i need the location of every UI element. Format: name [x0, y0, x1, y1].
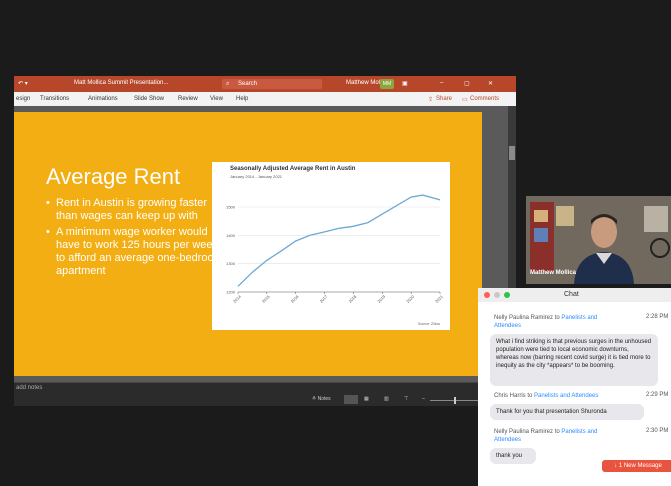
x-tick-label: 2017 [319, 293, 329, 303]
zoom-window-icon[interactable] [504, 292, 510, 298]
chat-message-bubble[interactable]: Thank for you that presentation Shuronda [490, 404, 644, 420]
slide-bullet-list[interactable]: Rent in Austin is growing faster than wa… [46, 197, 226, 281]
notes-placeholder: add notes [16, 385, 43, 391]
comments-button[interactable]: Comments [470, 96, 499, 102]
minimize-icon[interactable]: – [440, 80, 443, 86]
rent-chart[interactable]: Seasonally Adjusted Average Rent in Aust… [212, 162, 450, 330]
tab-review[interactable]: Review [178, 96, 198, 102]
tab-design[interactable]: esign [16, 96, 30, 102]
notes-toggle[interactable]: ≙ Notes [312, 396, 331, 402]
tab-slide-show[interactable]: Slide Show [134, 96, 164, 102]
powerpoint-window: ↶ ▾ Matt Mollica Summit Presentation... … [14, 76, 516, 406]
chat-panel: Chat Nelly Paulina Ramirez to Panelists … [478, 288, 671, 486]
avatar[interactable]: MM [380, 79, 394, 89]
sender-name: Nelly Paulina Ramirez to [494, 315, 562, 321]
tab-transitions[interactable]: Transitions [40, 96, 69, 102]
message-time: 2:28 PM [646, 314, 669, 320]
y-tick-label: 1500 [226, 205, 236, 210]
zoom-slider-thumb[interactable] [454, 397, 456, 404]
notes-icon: ≙ [312, 396, 317, 402]
chat-header: Chat [478, 288, 671, 302]
normal-view-icon[interactable] [344, 395, 358, 404]
x-tick-label: 2016 [290, 293, 300, 303]
share-button[interactable]: Share [436, 96, 452, 102]
sender-name: Chris Harris to [494, 393, 535, 399]
y-tick-label: 1400 [226, 233, 236, 238]
chat-title: Chat [564, 291, 579, 298]
slide-sorter-icon[interactable]: ▦ [364, 396, 369, 402]
zoom-out-icon[interactable]: – [422, 396, 425, 402]
bullet-item: A minimum wage worker would have to work… [46, 226, 226, 278]
slideshow-icon[interactable]: ⊤ [404, 396, 408, 402]
status-bar: ≙ Notes ▦ ▥ ⊤ – + [14, 394, 516, 406]
chat-message-sender: Nelly Paulina Ramirez to Panelists and A… [494, 428, 614, 444]
x-tick-label: 2015 [261, 293, 271, 303]
chat-message-sender: Nelly Paulina Ramirez to Panelists and A… [494, 314, 614, 330]
slide-title[interactable]: Average Rent [46, 164, 180, 190]
search-box[interactable]: ⌕ Search [222, 79, 322, 89]
tab-help[interactable]: Help [236, 96, 248, 102]
x-tick-label: 2014 [232, 293, 242, 303]
close-window-icon[interactable] [484, 292, 490, 298]
minimize-window-icon[interactable] [494, 292, 500, 298]
slide-editor: Average Rent Rent in Austin is growing f… [14, 106, 516, 382]
search-placeholder: Search [238, 81, 258, 87]
sender-name: Nelly Paulina Ramirez to [494, 429, 562, 435]
scrollbar-thumb[interactable] [509, 146, 515, 160]
bullet-item: Rent in Austin is growing faster than wa… [46, 197, 226, 223]
close-icon[interactable]: ✕ [488, 80, 493, 87]
chat-message-bubble[interactable]: What i find striking is that previous su… [490, 334, 658, 386]
undo-icon[interactable]: ↶ ▾ [18, 80, 28, 87]
participant-name: Matthew Mollica [530, 270, 577, 276]
chart-source: Source: Zillow [418, 322, 440, 326]
coauthor-icon[interactable]: ▣ [402, 80, 408, 87]
series-line [237, 194, 441, 287]
reading-view-icon[interactable]: ▥ [384, 396, 389, 402]
recipient-link[interactable]: Panelists and Attendees [534, 393, 598, 399]
new-message-button[interactable]: ↓ 1 New Message [602, 460, 671, 472]
x-tick-label: 2020 [405, 293, 415, 303]
comments-icon[interactable]: ▭ [462, 96, 468, 103]
chat-message-sender: Chris Harris to Panelists and Attendees [494, 392, 644, 400]
tab-view[interactable]: View [210, 96, 223, 102]
video-tile[interactable]: Matthew Mollica [526, 196, 671, 284]
y-tick-label: 1300 [226, 261, 236, 266]
share-icon[interactable]: ⇪ [428, 96, 433, 103]
title-bar: ↶ ▾ Matt Mollica Summit Presentation... … [14, 76, 516, 92]
y-tick-label: 1200 [226, 290, 236, 295]
tab-animations[interactable]: Animations [88, 96, 118, 102]
chart-svg: 1200 1300 1400 1500 2014 2015 2016 2017 2018 2019… [226, 194, 444, 304]
search-icon: ⌕ [226, 81, 230, 87]
window-title: Matt Mollica Summit Presentation... [74, 80, 169, 86]
message-time: 2:29 PM [646, 392, 669, 398]
maximize-icon[interactable]: ▢ [464, 80, 470, 87]
message-time: 2:30 PM [646, 428, 669, 434]
notes-label: Notes [317, 396, 331, 402]
slide-canvas[interactable]: Average Rent Rent in Austin is growing f… [14, 112, 482, 376]
x-tick-label: 2019 [376, 293, 386, 303]
ribbon-tabs: esign Transitions Animations Slide Show … [14, 92, 516, 107]
x-tick-label: 2018 [347, 293, 357, 303]
chat-message-bubble[interactable]: thank you [490, 448, 536, 464]
x-tick-label: 2021 [434, 293, 444, 303]
